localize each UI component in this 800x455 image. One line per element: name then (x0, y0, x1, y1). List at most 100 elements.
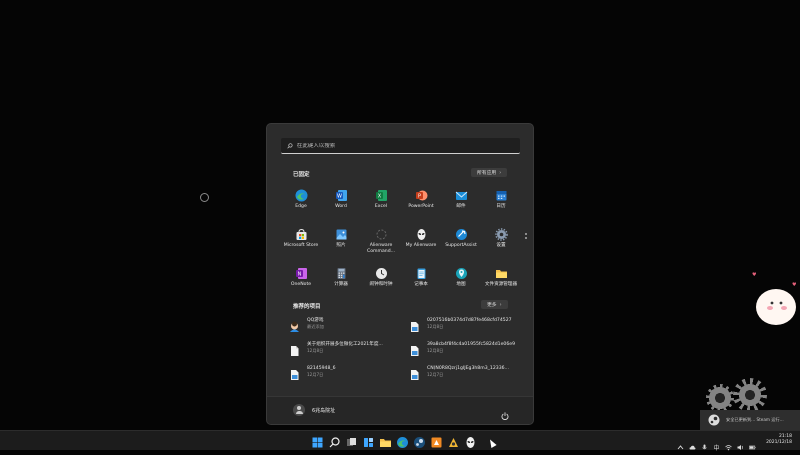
notification-text: 安全已更新到... Steam 运行... (726, 417, 784, 422)
clock-icon (375, 265, 388, 279)
supportassist-icon (455, 226, 468, 240)
more-label: 更多 (487, 303, 497, 308)
search-box[interactable] (281, 138, 520, 154)
recommended-item-file[interactable]: 82145948_6 12月7日 (289, 366, 409, 384)
chevron-right-icon: › (499, 301, 502, 308)
qqgame-icon (289, 318, 300, 332)
edge-icon[interactable] (396, 434, 409, 448)
pinned-app-file-explorer[interactable]: 文件资源管理器 (481, 262, 521, 296)
recommended-item-file[interactable]: 0207516b0374d7d87fe468cfd74527 12月8日 (409, 318, 529, 336)
svg-text:N: N (297, 272, 301, 278)
pinned-app-word[interactable]: W Word (321, 184, 361, 218)
svg-text:W: W (337, 194, 342, 200)
pinned-title: 已固定 (293, 172, 310, 178)
search-input[interactable] (292, 142, 520, 149)
image-file-icon (409, 318, 420, 332)
recommended-title: 推荐的项目 (293, 304, 321, 310)
alienware-icon[interactable] (464, 434, 477, 448)
recommended-item-qqgame[interactable]: QQ游戏 最近添加 (289, 318, 409, 336)
avatar (293, 404, 305, 416)
calendar-icon (495, 187, 508, 201)
settings-icon (494, 226, 508, 241)
search-icon[interactable] (328, 434, 341, 448)
pinned-app-supportassist[interactable]: SupportAssist (441, 223, 481, 257)
power-icon[interactable] (501, 405, 509, 420)
taskbar-apps (311, 434, 477, 448)
recommended-list: QQ游戏 最近添加 0207516b0374d7d87fe468cfd74527… (289, 318, 515, 384)
pinned-app-onenote[interactable]: N OneNote (281, 262, 321, 296)
pinned-app-alienware-command-center[interactable]: Alienware Command... (361, 223, 401, 257)
taskbar-clock[interactable]: 21:18 2021/12/18 (766, 434, 792, 446)
edge-icon (295, 187, 308, 202)
image-file-icon (409, 342, 420, 356)
microphone-icon[interactable] (701, 436, 708, 450)
wallpaper-icon[interactable] (430, 434, 443, 448)
pinned-app-mail[interactable]: 邮件 (441, 184, 481, 218)
system-tray: 中 (677, 436, 756, 452)
store-icon (295, 226, 308, 240)
pinned-app-alarms-clock[interactable]: 闹钟和时钟 (361, 262, 401, 296)
svg-text:X: X (377, 194, 381, 200)
pinned-app-edge[interactable]: Edge (281, 184, 321, 218)
pinned-app-notepad[interactable]: 记事本 (401, 262, 441, 296)
more-button[interactable]: 更多 › (481, 300, 508, 309)
pinned-apps-grid: Edge W Word X Excel P PowerPoint 邮件 日历 M… (281, 184, 521, 296)
wifi-icon[interactable] (725, 436, 732, 451)
file-explorer-icon (495, 265, 508, 278)
all-apps-label: 所有应用 (477, 171, 497, 176)
steam-notification[interactable]: 安全已更新到... Steam 运行... (700, 410, 800, 430)
svg-text:♥: ♥ (752, 272, 757, 278)
document-icon (289, 342, 300, 356)
notepad-icon (415, 265, 428, 279)
recommended-item-document[interactable]: 关于组织开展多位微化工2021年度... 12月8日 (289, 342, 409, 360)
user-account-button[interactable]: 6兆岛院址 (293, 404, 335, 416)
windows-start-icon[interactable] (311, 434, 324, 448)
steam-icon[interactable] (413, 434, 426, 448)
pinned-page-indicator[interactable] (525, 233, 528, 241)
onenote-icon: N (295, 265, 308, 279)
all-apps-button[interactable]: 所有应用 › (471, 168, 508, 177)
alienware-icon (415, 226, 428, 240)
pinned-app-calendar[interactable]: 日历 (481, 184, 521, 218)
pinned-app-excel[interactable]: X Excel (361, 184, 401, 218)
calculator-icon (335, 265, 348, 279)
loading-spinner-icon (200, 193, 209, 202)
battery-icon[interactable] (749, 436, 756, 450)
volume-icon[interactable] (737, 436, 744, 450)
pinned-app-powerpoint[interactable]: P PowerPoint (401, 184, 441, 218)
pinned-app-maps[interactable]: 地图 (441, 262, 481, 296)
user-name: 6兆岛院址 (312, 407, 336, 414)
chevron-right-icon: › (499, 169, 502, 176)
file-explorer-icon[interactable] (379, 434, 392, 447)
pinned-app-microsoft-store[interactable]: Microsoft Store (281, 223, 321, 257)
maps-icon (455, 265, 468, 279)
start-footer: 6兆岛院址 (267, 396, 533, 424)
excel-icon: X (375, 187, 388, 201)
chevron-up-icon[interactable] (677, 436, 684, 450)
steam-icon (708, 414, 720, 426)
gear-decoration-icon (706, 384, 734, 412)
pinned-app-my-alienware[interactable]: My Alienware (401, 223, 441, 257)
language-icon[interactable]: 中 (713, 436, 720, 452)
clock-date: 2021/12/18 (766, 440, 792, 445)
anime-sticker: ♥ ♥ (748, 262, 800, 332)
pinned-app-photos[interactable]: 照片 (321, 223, 361, 257)
mail-icon (455, 187, 468, 200)
pinned-app-settings[interactable]: 设置 (481, 223, 521, 257)
image-file-icon (409, 366, 420, 380)
task-view-icon[interactable] (345, 434, 358, 447)
taskbar: 中 21:18 2021/12/18 (0, 430, 800, 452)
image-file-icon (289, 366, 300, 380)
gear-decoration-icon (733, 378, 767, 412)
recommended-item-file[interactable]: CN(N0R8Qzrj1gIJEg3h8m3_12336... 12月7日 (409, 366, 529, 384)
photos-icon (335, 226, 348, 240)
app-icon[interactable] (447, 434, 460, 447)
recommended-item-file[interactable]: 39a8cb4f8f4c4a01955fc5824d1e06e9 12月8日 (409, 342, 529, 360)
pinned-app-calculator[interactable]: 计算器 (321, 262, 361, 296)
widgets-icon[interactable] (362, 434, 375, 447)
powerpoint-icon: P (415, 187, 428, 201)
svg-text:♥: ♥ (792, 282, 797, 288)
word-icon: W (335, 187, 348, 201)
cloud-icon[interactable] (689, 436, 696, 450)
start-menu: 已固定 所有应用 › Edge W Word X Excel P (266, 123, 534, 425)
